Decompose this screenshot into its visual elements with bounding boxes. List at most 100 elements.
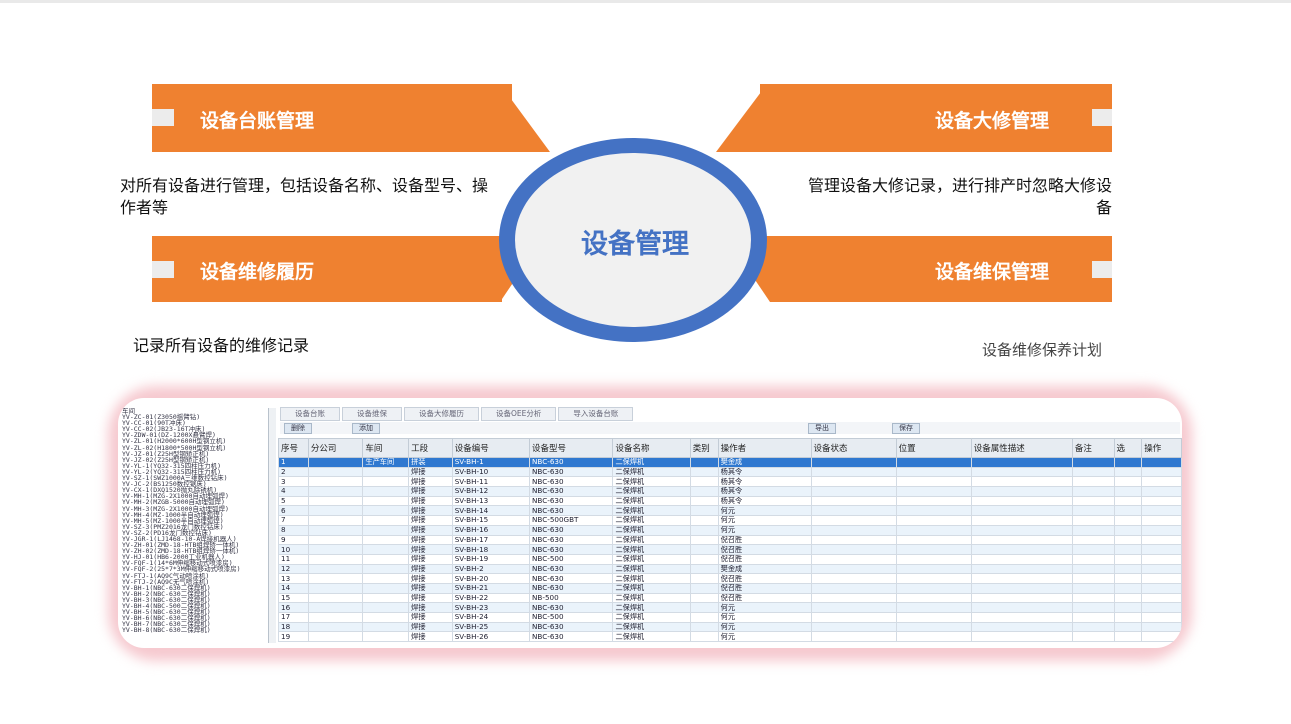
table-cell[interactable] bbox=[1141, 563, 1182, 575]
table-cell[interactable]: 二保焊机 bbox=[612, 524, 691, 536]
table-cell[interactable] bbox=[1141, 602, 1182, 613]
table-cell[interactable]: NBC-630 bbox=[529, 621, 614, 633]
delete-button[interactable]: 删除 bbox=[284, 423, 312, 434]
table-cell[interactable]: SV-BH-1 bbox=[451, 457, 531, 468]
table-cell[interactable] bbox=[810, 476, 897, 488]
table-cell[interactable] bbox=[1071, 621, 1115, 633]
table-cell[interactable] bbox=[895, 544, 972, 555]
table-cell[interactable]: SV-BH-20 bbox=[451, 573, 531, 584]
tab-2[interactable]: 设备大修履历 bbox=[404, 407, 479, 421]
table-cell[interactable] bbox=[689, 573, 719, 584]
table-cell[interactable] bbox=[810, 612, 897, 623]
table-cell[interactable] bbox=[307, 553, 364, 565]
table-cell[interactable] bbox=[970, 582, 1073, 594]
table-cell[interactable] bbox=[307, 457, 364, 468]
table-cell[interactable]: NBC-630 bbox=[529, 505, 614, 517]
table-cell[interactable] bbox=[1071, 486, 1115, 497]
table-cell[interactable] bbox=[970, 466, 1073, 478]
table-cell[interactable]: 焊接 bbox=[408, 524, 453, 536]
tab-4[interactable]: 导入设备台账 bbox=[558, 407, 634, 421]
table-cell[interactable] bbox=[362, 612, 410, 623]
table-cell[interactable] bbox=[362, 466, 410, 478]
table-cell[interactable] bbox=[1141, 612, 1182, 623]
column-header[interactable]: 设备属性描述 bbox=[970, 438, 1073, 458]
table-cell[interactable]: 二保焊机 bbox=[612, 631, 691, 643]
table-cell[interactable]: SV-BH-11 bbox=[451, 476, 531, 488]
table-cell[interactable]: 二保焊机 bbox=[612, 612, 691, 623]
table-cell[interactable] bbox=[1141, 505, 1182, 517]
table-cell[interactable]: SV-BH-16 bbox=[451, 524, 531, 536]
table-cell[interactable] bbox=[362, 563, 410, 575]
table-cell[interactable]: 19 bbox=[278, 631, 309, 643]
table-cell[interactable] bbox=[689, 476, 719, 488]
table-cell[interactable]: 二保焊机 bbox=[612, 602, 691, 613]
table-cell[interactable]: 拼装 bbox=[408, 457, 453, 468]
table-cell[interactable] bbox=[810, 534, 897, 546]
table-cell[interactable]: 二保焊机 bbox=[612, 486, 691, 497]
table-cell[interactable] bbox=[1141, 573, 1182, 584]
table-cell[interactable] bbox=[1071, 553, 1115, 565]
tab-0[interactable]: 设备台账 bbox=[280, 407, 340, 421]
table-cell[interactable]: NBC-630 bbox=[529, 524, 614, 536]
table-cell[interactable]: 樊金成 bbox=[717, 563, 812, 575]
table-cell[interactable] bbox=[895, 582, 972, 594]
column-header[interactable]: 设备编号 bbox=[451, 438, 531, 458]
table-cell[interactable]: 焊接 bbox=[408, 505, 453, 517]
table-cell[interactable] bbox=[307, 563, 364, 575]
table-cell[interactable]: SV-BH-22 bbox=[451, 592, 531, 604]
table-row[interactable]: 8 焊接 SV-BH-16 NBC-630 二保焊机 何元 bbox=[278, 524, 1182, 536]
table-cell[interactable] bbox=[810, 466, 897, 478]
table-cell[interactable] bbox=[689, 534, 719, 546]
table-cell[interactable]: SV-BH-17 bbox=[451, 534, 531, 546]
table-cell[interactable]: NBC-630 bbox=[529, 495, 614, 507]
table-row[interactable]: 14 焊接 SV-BH-21 NBC-630 二保焊机 倪召胜 bbox=[278, 582, 1182, 594]
table-cell[interactable] bbox=[307, 534, 364, 546]
table-cell[interactable] bbox=[1113, 495, 1143, 507]
column-header[interactable]: 位置 bbox=[895, 438, 972, 458]
table-cell[interactable] bbox=[1113, 631, 1143, 643]
table-cell[interactable] bbox=[1113, 505, 1143, 517]
table-cell[interactable]: 焊接 bbox=[408, 631, 453, 643]
table-cell[interactable]: 二保焊机 bbox=[612, 573, 691, 584]
table-cell[interactable] bbox=[307, 612, 364, 623]
table-cell[interactable] bbox=[1113, 582, 1143, 594]
table-cell[interactable] bbox=[1113, 592, 1143, 604]
table-cell[interactable] bbox=[689, 544, 719, 555]
table-cell[interactable]: NBC-500 bbox=[529, 612, 614, 623]
table-cell[interactable] bbox=[810, 505, 897, 517]
table-cell[interactable]: 倪召胜 bbox=[717, 573, 812, 584]
table-cell[interactable] bbox=[307, 476, 364, 488]
table-cell[interactable] bbox=[1141, 631, 1182, 643]
table-cell[interactable] bbox=[1113, 612, 1143, 623]
table-cell[interactable] bbox=[689, 505, 719, 517]
table-cell[interactable] bbox=[1071, 592, 1115, 604]
table-cell[interactable] bbox=[1141, 495, 1182, 507]
table-cell[interactable] bbox=[970, 563, 1073, 575]
table-cell[interactable] bbox=[689, 524, 719, 536]
table-cell[interactable] bbox=[895, 602, 972, 613]
table-cell[interactable]: 倪召胜 bbox=[717, 582, 812, 594]
table-cell[interactable]: 8 bbox=[278, 524, 309, 536]
table-cell[interactable] bbox=[307, 486, 364, 497]
table-cell[interactable] bbox=[307, 524, 364, 536]
table-cell[interactable] bbox=[362, 602, 410, 613]
table-cell[interactable] bbox=[307, 602, 364, 613]
table-cell[interactable] bbox=[689, 466, 719, 478]
table-cell[interactable] bbox=[810, 524, 897, 536]
table-cell[interactable] bbox=[970, 534, 1073, 546]
table-cell[interactable]: 二保焊机 bbox=[612, 563, 691, 575]
table-cell[interactable]: 5 bbox=[278, 495, 309, 507]
table-cell[interactable] bbox=[810, 631, 897, 643]
table-cell[interactable]: 焊接 bbox=[408, 534, 453, 546]
table-cell[interactable] bbox=[689, 495, 719, 507]
table-cell[interactable] bbox=[1071, 476, 1115, 488]
table-cell[interactable] bbox=[362, 495, 410, 507]
table-cell[interactable] bbox=[810, 553, 897, 565]
table-cell[interactable]: 焊接 bbox=[408, 544, 453, 555]
table-row[interactable]: 4 焊接 SV-BH-12 NBC-630 二保焊机 杨其令 bbox=[278, 486, 1182, 497]
tab-3[interactable]: 设备OEE分析 bbox=[481, 407, 557, 421]
table-cell[interactable]: 18 bbox=[278, 621, 309, 633]
table-cell[interactable] bbox=[970, 486, 1073, 497]
table-cell[interactable] bbox=[1071, 582, 1115, 594]
table-cell[interactable] bbox=[970, 544, 1073, 555]
